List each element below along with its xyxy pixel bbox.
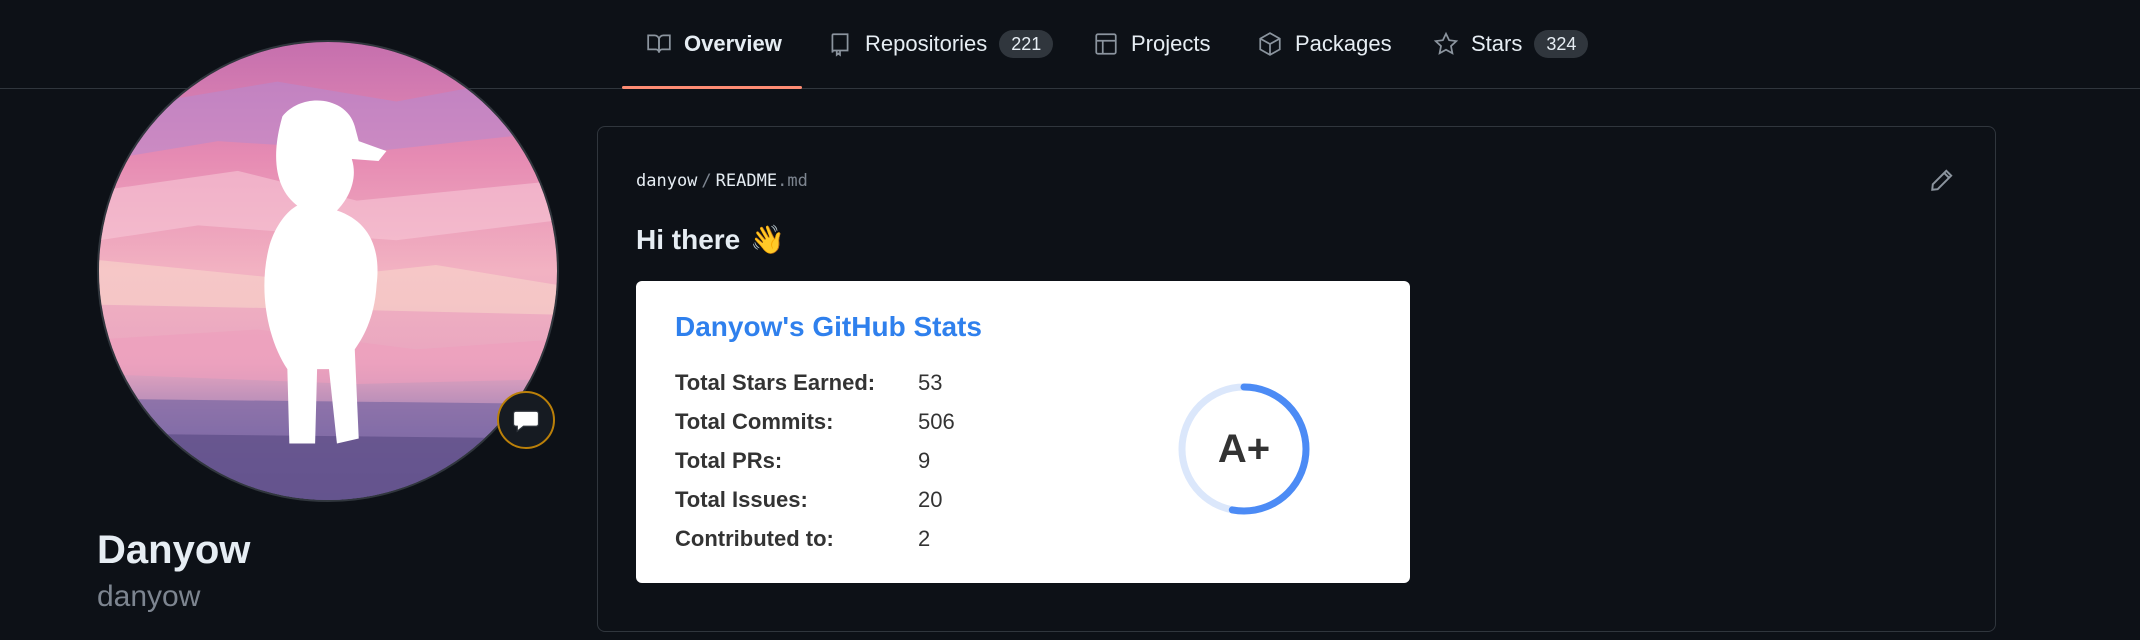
stat-label: Total Commits: [675, 408, 834, 434]
stat-value: 53 [918, 369, 943, 395]
stat-label: Total Stars Earned: [675, 369, 876, 395]
readme-owner-link[interactable]: danyow [636, 171, 697, 191]
speech-bubble-icon [512, 410, 540, 433]
path-separator: / [701, 171, 712, 191]
stat-label: Total Issues: [675, 486, 808, 512]
stats-list: Total Stars Earned: 53 Total Commits: 50… [675, 363, 955, 558]
table-icon [1093, 31, 1119, 57]
edit-readme-button[interactable] [1929, 167, 1957, 195]
stat-value: 9 [918, 447, 931, 473]
stat-row: Contributed to: 2 [675, 519, 955, 558]
readme-heading: Hi there 👋 [636, 223, 785, 256]
tab-label: Stars [1471, 31, 1523, 56]
profile-login: danyow [97, 580, 201, 613]
stat-value: 20 [918, 486, 943, 512]
book-icon [646, 31, 672, 57]
stat-label: Total PRs: [675, 447, 783, 473]
repo-icon [827, 31, 853, 57]
readme-heading-text: Hi there [636, 223, 741, 255]
rank-circle: A+ [1176, 381, 1312, 517]
stat-row: Total Issues: 20 [675, 480, 955, 519]
set-status-button[interactable] [497, 391, 555, 449]
github-stats-card: Danyow's GitHub Stats Total Stars Earned… [636, 281, 1410, 583]
repositories-count-badge: 221 [999, 30, 1054, 58]
readme-path: danyow / README.md [636, 171, 808, 191]
tab-label: Projects [1131, 31, 1211, 56]
readme-file-name: README [715, 171, 778, 191]
readme-file-ext: .md [777, 171, 808, 191]
package-icon [1257, 31, 1283, 57]
tab-label: Overview [684, 31, 782, 56]
avatar[interactable] [97, 40, 559, 502]
tab-overview[interactable]: Overview [622, 0, 802, 89]
stat-row: Total Commits: 506 [675, 402, 955, 441]
pencil-icon [1931, 169, 1953, 191]
stars-count-badge: 324 [1534, 30, 1589, 58]
stat-row: Total Stars Earned: 53 [675, 363, 955, 402]
stat-value: 506 [918, 408, 955, 434]
tab-repositories[interactable]: Repositories 221 [827, 0, 1054, 88]
stat-row: Total PRs: 9 [675, 441, 955, 480]
profile-page: Overview Repositories 221 Projects Packa… [0, 0, 2140, 640]
tab-packages[interactable]: Packages [1257, 0, 1392, 88]
stat-label: Contributed to: [675, 525, 834, 551]
star-icon [1433, 31, 1459, 57]
rank-grade: A+ [1217, 426, 1271, 471]
waving-hand-icon: 👋 [750, 224, 786, 255]
stats-title: Danyow's GitHub Stats [675, 311, 982, 342]
stat-value: 2 [918, 525, 931, 551]
tab-label: Packages [1295, 31, 1392, 56]
tab-label: Repositories [865, 31, 988, 56]
readme-panel: danyow / README.md Hi there 👋 Danyow's Git… [597, 126, 1996, 632]
tab-projects[interactable]: Projects [1093, 0, 1210, 88]
profile-name: Danyow [97, 528, 251, 572]
tab-stars[interactable]: Stars 324 [1433, 0, 1589, 88]
